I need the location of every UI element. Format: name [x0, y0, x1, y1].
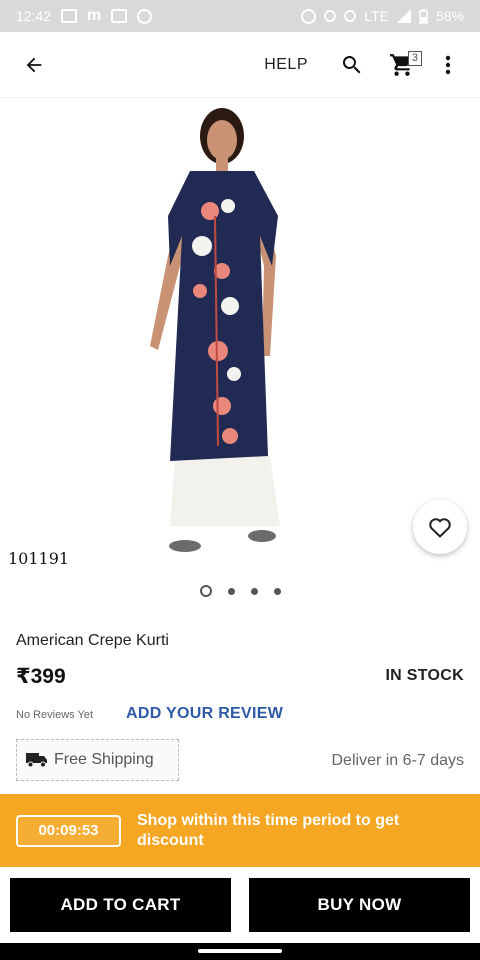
system-nav-bar	[0, 943, 480, 960]
cart-count-badge: 3	[407, 50, 422, 66]
mail-notification-icon	[111, 9, 128, 23]
app-bar: HELP 3	[0, 32, 480, 98]
product-title: American Crepe Kurti	[16, 632, 169, 649]
cart-button[interactable]: 3	[384, 45, 422, 85]
delivery-estimate: Deliver in 6-7 days	[331, 752, 465, 769]
offer-text: Shop within this time period to get disc…	[137, 811, 400, 849]
hotspot-icon	[344, 10, 357, 22]
free-shipping-badge: Free Shipping	[16, 739, 179, 781]
bottom-action-bar: ADD TO CART BUY NOW	[0, 867, 480, 943]
countdown-timer: 00:09:53	[16, 814, 121, 847]
stock-status: IN STOCK	[385, 667, 464, 684]
battery-icon	[419, 8, 428, 24]
home-indicator[interactable]	[198, 949, 282, 953]
pagination-dot-1[interactable]	[199, 585, 212, 597]
wishlist-button[interactable]	[413, 500, 467, 554]
gallery-notification-icon	[61, 9, 78, 23]
review-count: No Reviews Yet	[16, 709, 94, 721]
status-bar: 12:42 m LTE 58%	[0, 0, 480, 32]
search-icon	[342, 55, 361, 73]
product-image	[150, 108, 280, 552]
status-right: LTE 58%	[301, 8, 464, 24]
product-price: ₹399	[16, 665, 66, 688]
status-time: 12:42	[16, 8, 52, 24]
buy-now-button[interactable]: BUY NOW	[249, 878, 470, 932]
back-button[interactable]	[14, 45, 54, 85]
alarm-icon	[301, 8, 317, 24]
truck-icon	[26, 753, 47, 768]
gallery-pagination	[0, 585, 480, 597]
help-link[interactable]: HELP	[264, 56, 308, 74]
back-arrow-icon	[26, 57, 42, 72]
myntra-notification-icon: m	[87, 7, 102, 24]
more-options-button[interactable]	[430, 45, 466, 85]
pagination-dot-3[interactable]	[250, 587, 258, 595]
shipping-label: Free Shipping	[54, 751, 154, 768]
more-vert-icon	[445, 55, 451, 74]
rotate-icon	[324, 10, 337, 22]
product-gallery[interactable]: 101191	[0, 98, 480, 582]
signal-icon	[396, 9, 411, 23]
network-label: LTE	[364, 8, 389, 24]
app-notification-icon	[137, 8, 153, 24]
pagination-dot-4[interactable]	[273, 587, 281, 595]
product-sku: 101191	[8, 549, 70, 568]
offer-banner: 00:09:53 Shop within this time period to…	[0, 794, 480, 867]
status-left: 12:42 m	[16, 7, 153, 25]
search-button[interactable]	[334, 45, 370, 85]
heart-icon	[429, 518, 451, 538]
add-to-cart-button[interactable]: ADD TO CART	[10, 878, 231, 932]
pagination-dot-2[interactable]	[227, 587, 235, 595]
add-review-link[interactable]: ADD YOUR REVIEW	[126, 705, 283, 723]
battery-label: 58%	[435, 8, 464, 24]
